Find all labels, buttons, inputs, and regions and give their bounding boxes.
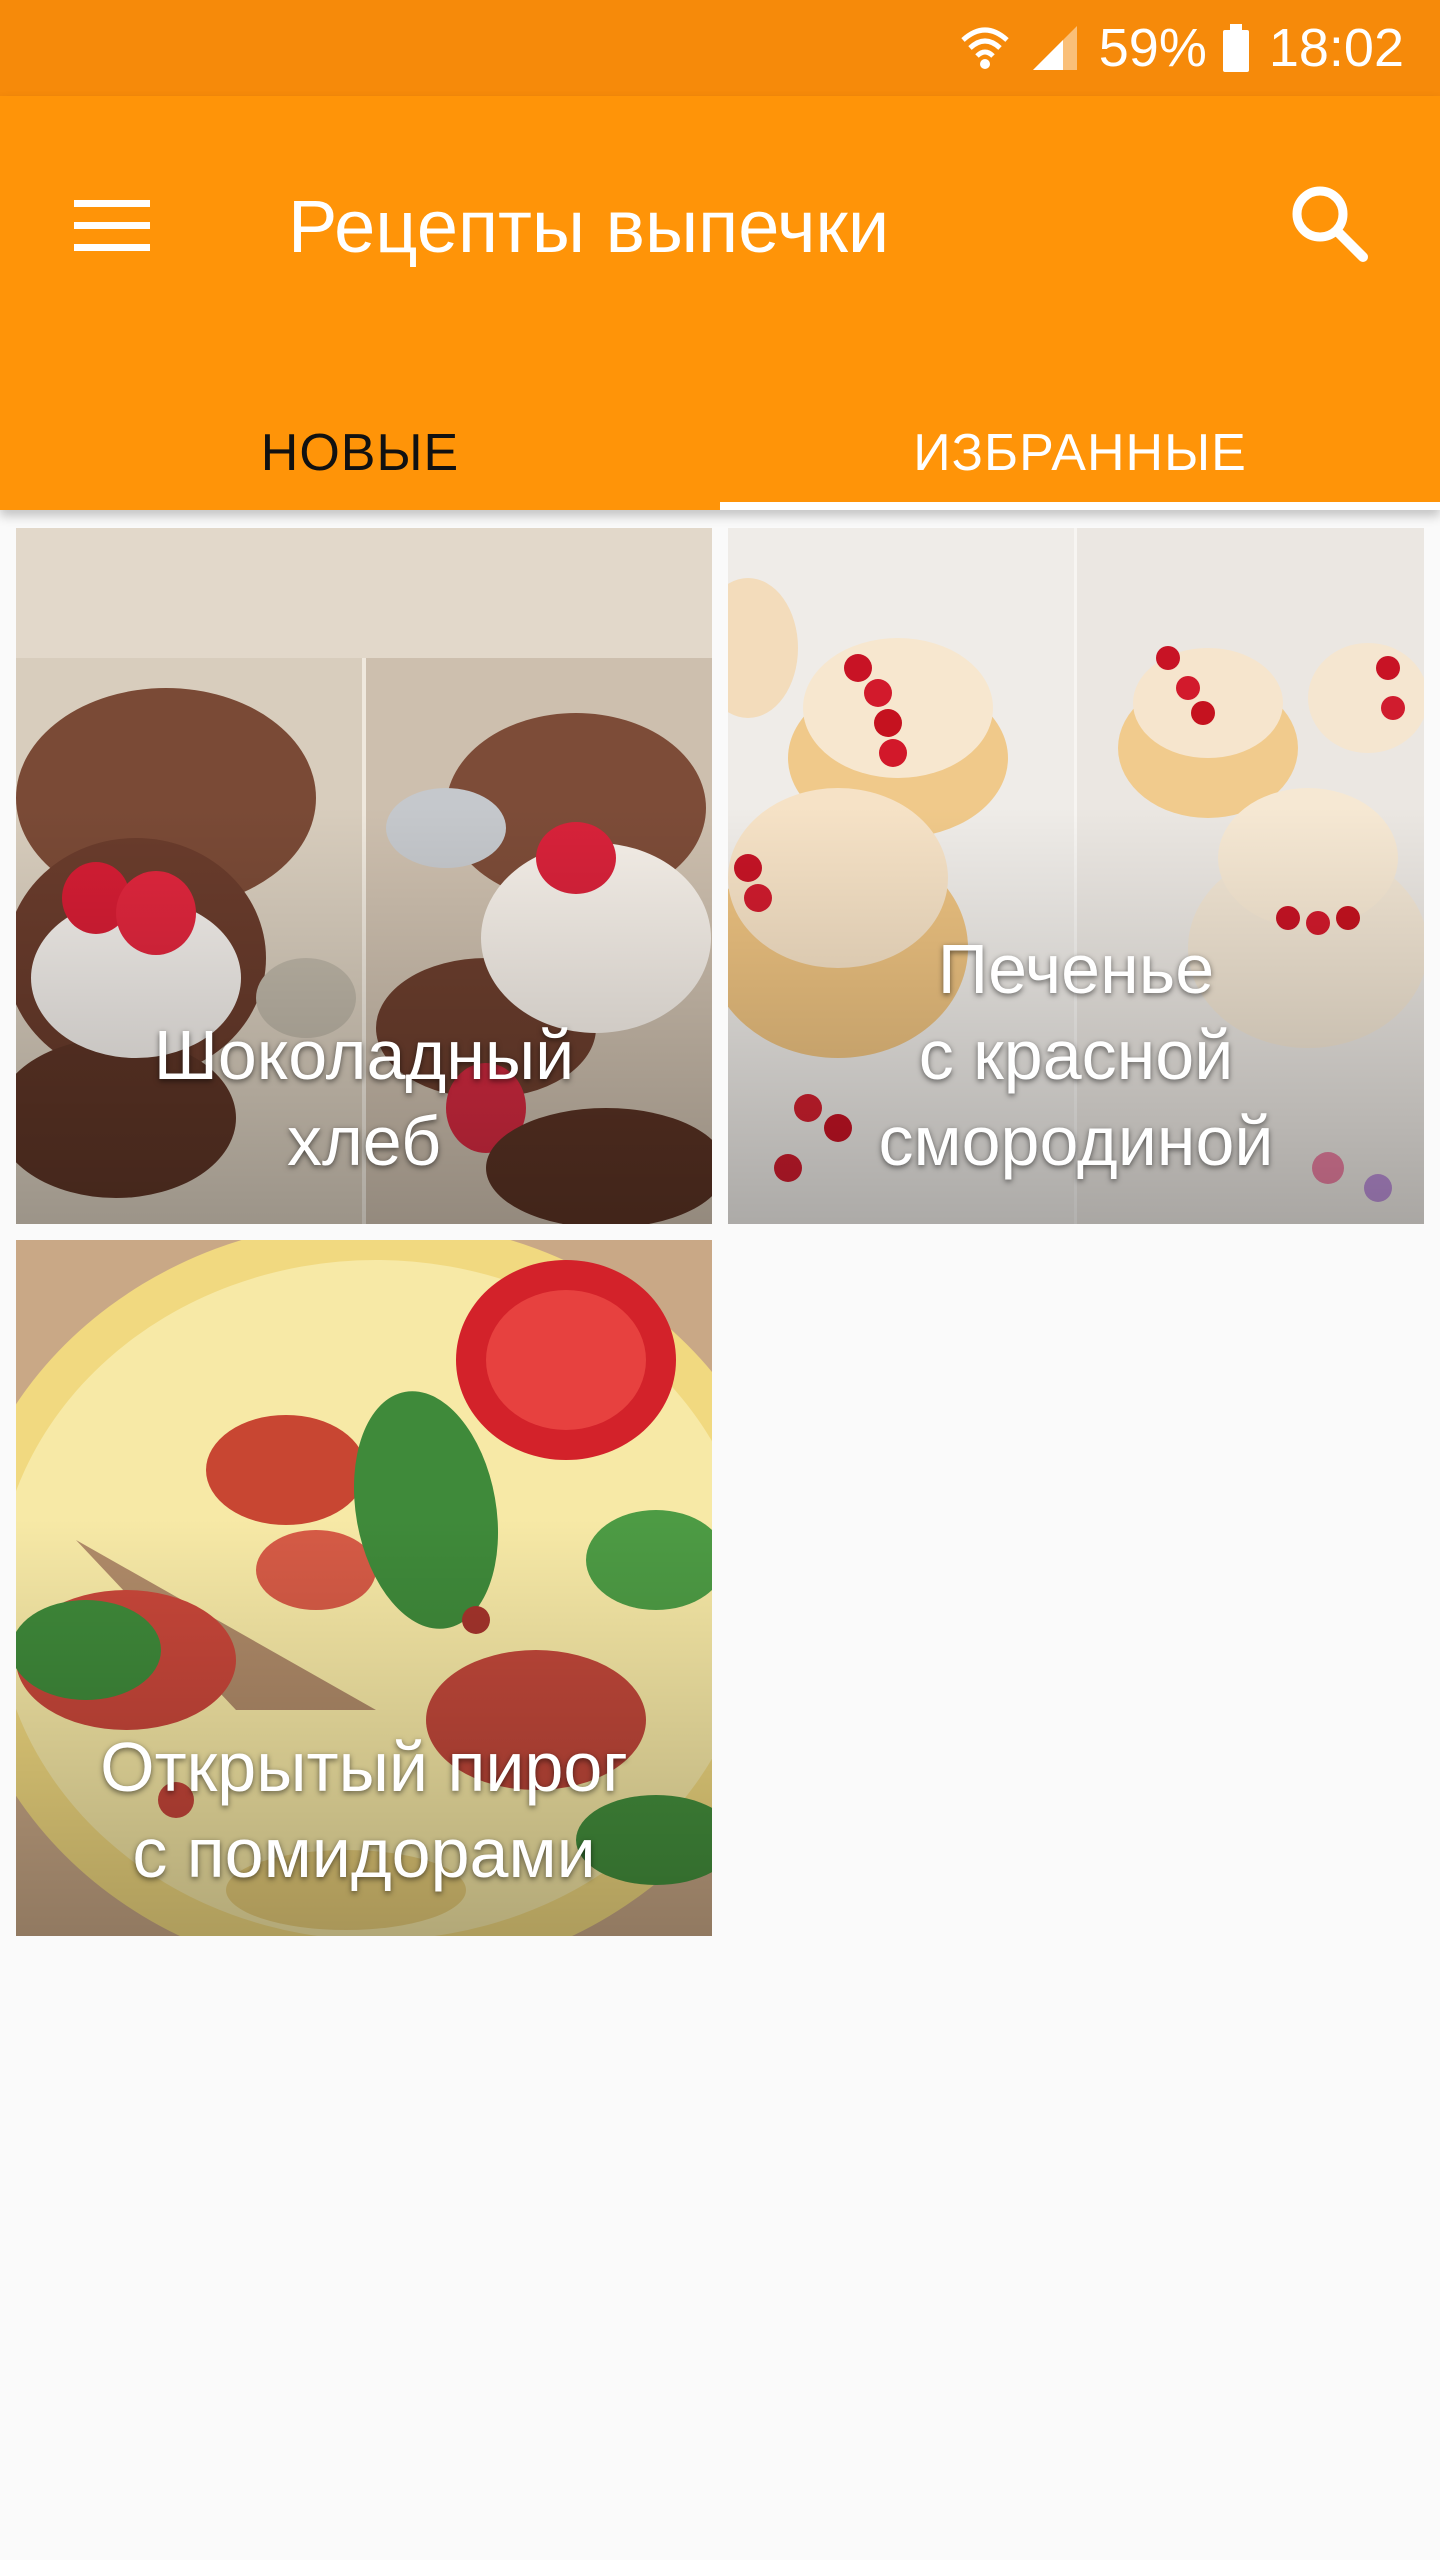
search-icon	[1292, 186, 1368, 262]
tab-favorites-label: ИЗБРАННЫЕ	[913, 424, 1247, 482]
battery-icon	[1221, 22, 1251, 74]
page-title: Рецепты выпечки	[288, 185, 890, 268]
tab-new[interactable]: НОВЫЕ	[0, 396, 720, 510]
tab-favorites[interactable]: ИЗБРАННЫЕ	[720, 396, 1440, 510]
clock: 18:02	[1268, 18, 1404, 78]
signal-icon	[1029, 22, 1081, 74]
status-bar: 59% 18:02	[0, 0, 1440, 96]
search-button[interactable]	[1274, 168, 1384, 278]
recipe-title: Шоколадный хлеб	[153, 1016, 575, 1180]
recipe-title: Открытый пирог с помидорами	[100, 1728, 628, 1892]
battery-percent: 59%	[1098, 18, 1207, 78]
tab-new-label: НОВЫЕ	[260, 424, 460, 482]
app-bar: Рецепты выпечки НОВЫЕ ИЗБРАННЫЕ	[0, 96, 1440, 510]
recipe-card[interactable]: Печенье с красной смородиной	[728, 528, 1424, 1224]
menu-icon	[74, 200, 150, 251]
tab-bar: НОВЫЕ ИЗБРАННЫЕ	[0, 396, 1440, 510]
tab-indicator	[720, 502, 1440, 510]
recipe-card[interactable]: Шоколадный хлеб	[16, 528, 712, 1224]
wifi-icon	[959, 22, 1011, 74]
menu-button[interactable]	[62, 176, 162, 276]
recipe-title: Печенье с красной смородиной	[878, 930, 1274, 1180]
recipe-card[interactable]: Открытый пирог с помидорами	[16, 1240, 712, 1936]
